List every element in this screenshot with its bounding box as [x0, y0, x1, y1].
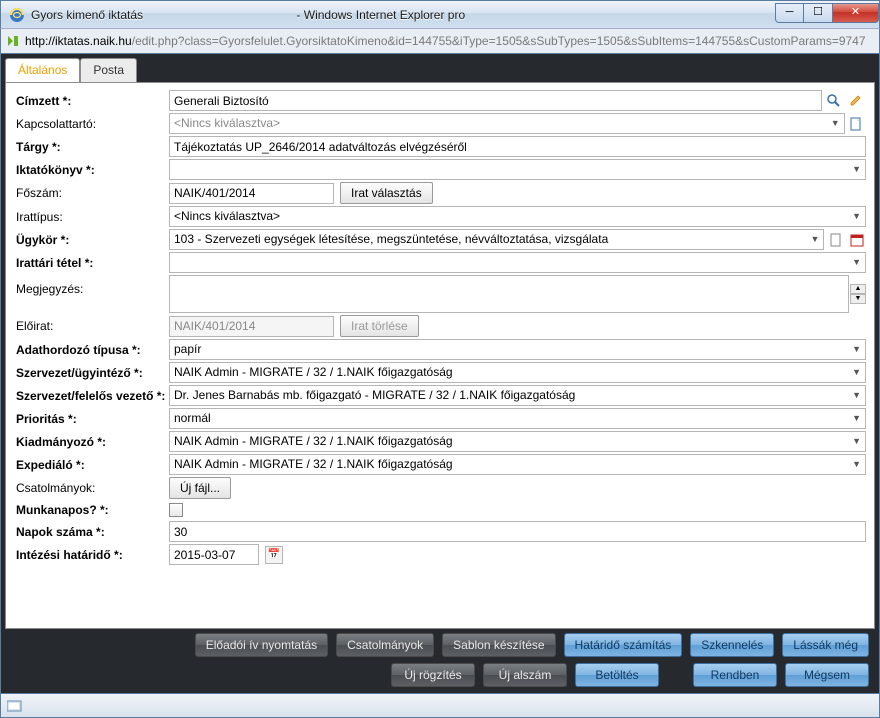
ie-icon [9, 7, 25, 23]
label-intezesi: Intézési határidő *: [14, 545, 169, 565]
irat-torlese-button[interactable]: Irat törlése [340, 315, 419, 337]
label-szervezet-ugy: Szervezet/ügyintéző *: [14, 363, 169, 383]
doc-icon[interactable] [826, 230, 845, 250]
site-favicon-icon [5, 33, 21, 49]
uj-fajl-button[interactable]: Új fájl... [169, 477, 231, 499]
spin-up[interactable]: ▲ [850, 284, 866, 294]
label-kapcsolattarto: Kapcsolattartó: [14, 114, 169, 134]
edit-icon[interactable] [846, 91, 866, 111]
label-iktatokonyv: Iktatókönyv *: [14, 160, 169, 180]
tabstrip: Általános Posta [5, 58, 875, 82]
label-szervezet-fel: Szervezet/felelős vezető *: [14, 386, 169, 406]
window-title-right: - Windows Internet Explorer pro [296, 8, 465, 22]
window-minimize-button[interactable]: ─ [775, 3, 804, 23]
readonly-eloirat: NAIK/401/2014 [169, 316, 334, 337]
csatolmanyok-button[interactable]: Csatolmányok [336, 633, 434, 657]
checkbox-munkanapok[interactable] [169, 503, 183, 517]
url-text[interactable]: http://iktatas.naik.hu/edit.php?class=Gy… [25, 34, 875, 48]
eloadoi-button[interactable]: Előadói ív nyomtatás [195, 633, 328, 657]
label-munkanapok: Munkanapos? *: [14, 500, 169, 520]
label-cimzett: Címzett *: [14, 91, 169, 111]
label-foszam: Főszám: [14, 183, 169, 203]
window-title-left: Gyors kimenő iktatás [31, 8, 143, 22]
label-napokszama: Napok száma *: [14, 522, 169, 542]
select-ugykor[interactable]: 103 - Szervezeti egységek létesítése, me… [169, 229, 824, 250]
label-expedialo: Expediáló *: [14, 455, 169, 475]
select-prioritas[interactable]: normál▼ [169, 408, 866, 429]
label-ugykor: Ügykör *: [14, 230, 169, 250]
app-frame: Általános Posta Címzett *: Kapcsolattart… [0, 54, 880, 694]
window-close-button[interactable]: ✕ [833, 3, 879, 23]
input-targy[interactable] [169, 136, 866, 157]
status-bar [0, 694, 880, 718]
spin-down[interactable]: ▼ [850, 294, 866, 304]
new-doc-icon[interactable] [847, 114, 866, 134]
label-irattipus: Irattípus: [14, 207, 169, 227]
select-expedialo[interactable]: NAIK Admin - MIGRATE / 32 / 1.NAIK főiga… [169, 454, 866, 475]
form-panel: Címzett *: Kapcsolattartó: <Nincs kivála… [5, 82, 875, 629]
search-icon[interactable] [824, 91, 844, 111]
sablon-button[interactable]: Sablon készítése [442, 633, 555, 657]
uj-rogzites-button[interactable]: Új rögzítés [391, 663, 475, 687]
label-megjegyzes: Megjegyzés: [14, 274, 169, 299]
select-szervezet-fel[interactable]: Dr. Jenes Barnabás mb. főigazgató - MIGR… [169, 385, 866, 406]
label-eloirat: Előirat: [14, 316, 169, 336]
footer-buttons: Előadói ív nyomtatás Csatolmányok Sablon… [5, 629, 875, 689]
select-iktatokonyv[interactable]: ▼ [169, 159, 866, 180]
tab-post[interactable]: Posta [80, 58, 137, 82]
textarea-megjegyzes[interactable] [169, 275, 849, 313]
label-prioritas: Prioritás *: [14, 409, 169, 429]
hatarido-button[interactable]: Határidő számítás [564, 633, 683, 657]
window-titlebar: Gyors kimenő iktatás - Windows Internet … [0, 0, 880, 28]
select-irattipus[interactable]: <Nincs kiválasztva>▼ [169, 206, 866, 227]
szkenneles-button[interactable]: Szkennelés [690, 633, 774, 657]
lassak-button[interactable]: Lássák még [782, 633, 869, 657]
statusbar-icon [7, 699, 25, 713]
label-kiadmanyozo: Kiadmányozó *: [14, 432, 169, 452]
input-cimzett[interactable] [169, 90, 822, 111]
input-intezesi[interactable] [169, 544, 259, 565]
uj-alszam-button[interactable]: Új alszám [483, 663, 567, 687]
label-adathordozo: Adathordozó típusa *: [14, 340, 169, 360]
input-foszam[interactable] [169, 183, 334, 204]
select-irattari[interactable]: ▼ [169, 252, 866, 273]
label-csatolmanyok: Csatolmányok: [14, 478, 169, 498]
select-szervezet-ugy[interactable]: NAIK Admin - MIGRATE / 32 / 1.NAIK főiga… [169, 362, 866, 383]
betoltes-button[interactable]: Betöltés [575, 663, 659, 687]
calendar-icon[interactable] [847, 230, 866, 250]
label-targy: Tárgy *: [14, 137, 169, 157]
date-picker-icon[interactable]: 📅 [265, 546, 283, 564]
megsem-button[interactable]: Mégsem [785, 663, 869, 687]
tab-general[interactable]: Általános [5, 58, 80, 82]
select-kapcsolattarto[interactable]: <Nincs kiválasztva>▼ [169, 113, 845, 134]
rendben-button[interactable]: Rendben [693, 663, 777, 687]
label-irattari: Irattári tétel *: [14, 253, 169, 273]
select-adathordozo[interactable]: papír▼ [169, 339, 866, 360]
window-maximize-button[interactable]: ☐ [804, 3, 833, 23]
select-kiadmanyozo[interactable]: NAIK Admin - MIGRATE / 32 / 1.NAIK főiga… [169, 431, 866, 452]
irat-valasztas-button[interactable]: Irat választás [340, 182, 433, 204]
address-bar: http://iktatas.naik.hu/edit.php?class=Gy… [0, 28, 880, 54]
input-napokszama[interactable] [169, 521, 866, 542]
